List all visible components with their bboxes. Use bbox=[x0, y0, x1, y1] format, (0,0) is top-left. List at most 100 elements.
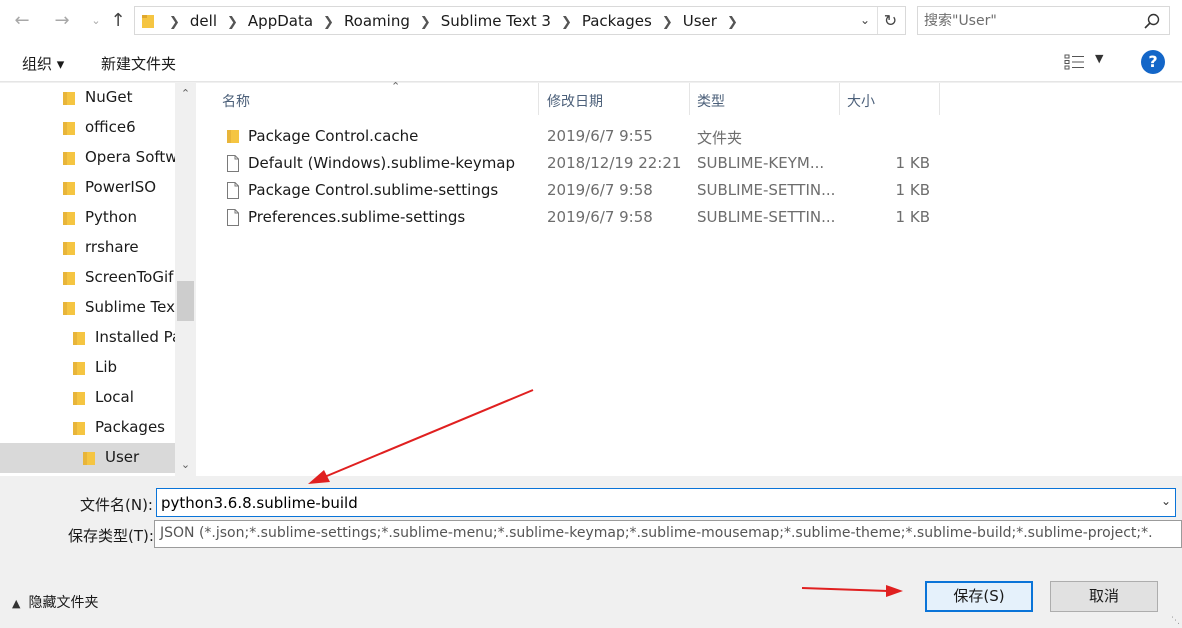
folder-icon bbox=[63, 242, 75, 255]
address-bar[interactable]: ❯ dell ❯ AppData ❯ Roaming ❯ Sublime Text 3 ❯ Pac… bbox=[134, 6, 906, 35]
tree-item[interactable]: PowerISO bbox=[0, 173, 175, 203]
view-options-icon[interactable] bbox=[1064, 54, 1086, 70]
resize-grip-icon[interactable]: ⋱ bbox=[1171, 616, 1180, 626]
file-type: 文件夹 bbox=[697, 129, 743, 147]
tree-item-label: Local bbox=[95, 388, 134, 406]
chevron-right-icon[interactable]: ❯ bbox=[169, 15, 180, 30]
chevron-right-icon[interactable]: ❯ bbox=[323, 15, 334, 30]
file-row[interactable]: Default (Windows).sublime-keymap 2018/12/… bbox=[221, 150, 941, 177]
search-box[interactable] bbox=[917, 6, 1170, 35]
column-header-size[interactable]: 大小 bbox=[840, 83, 940, 115]
file-name: Preferences.sublime-settings bbox=[248, 208, 466, 226]
file-icon bbox=[227, 209, 239, 226]
recent-locations-icon[interactable]: ⌄ bbox=[84, 8, 108, 34]
folder-icon bbox=[63, 92, 75, 105]
filename-label: 文件名(N): bbox=[80, 496, 153, 514]
new-folder-button[interactable]: 新建文件夹 bbox=[101, 53, 176, 74]
organize-button[interactable]: 组织 ▾ bbox=[22, 53, 64, 74]
file-row[interactable]: Package Control.cache 2019/6/7 9:55 文件夹 bbox=[221, 123, 941, 150]
scrollbar-thumb[interactable] bbox=[177, 281, 194, 321]
file-size: 1 KB bbox=[895, 181, 930, 199]
tree-scrollbar[interactable]: ⌃ ⌄ bbox=[175, 83, 196, 476]
column-header-date[interactable]: 修改日期 bbox=[540, 83, 690, 115]
tree-item-label: Installed Pa bbox=[95, 328, 175, 346]
column-header-name[interactable]: 名称 ⌃ bbox=[215, 80, 539, 115]
tree-item-label: User bbox=[105, 448, 140, 466]
tree-item-label: ScreenToGif bbox=[85, 268, 174, 286]
tree-item[interactable]: User bbox=[0, 443, 175, 473]
breadcrumb-item[interactable]: Roaming bbox=[344, 12, 410, 30]
tree-item-label: PowerISO bbox=[85, 178, 157, 196]
back-icon[interactable]: ← bbox=[10, 8, 34, 34]
file-size: 1 KB bbox=[895, 154, 930, 172]
forward-icon[interactable]: → bbox=[50, 8, 74, 34]
folder-icon bbox=[73, 332, 85, 345]
file-date: 2019/6/7 9:58 bbox=[547, 208, 653, 226]
file-name: Package Control.sublime-settings bbox=[248, 181, 499, 199]
filetype-select[interactable]: JSON (*.json;*.sublime-settings;*.sublim… bbox=[154, 520, 1182, 548]
file-row[interactable]: Preferences.sublime-settings 2019/6/7 9:5… bbox=[221, 204, 941, 231]
save-button[interactable]: 保存(S) bbox=[925, 581, 1033, 612]
breadcrumb-item[interactable]: User bbox=[683, 12, 717, 30]
chevron-up-icon: ▲ bbox=[12, 597, 21, 610]
search-input[interactable] bbox=[924, 11, 1134, 31]
filename-combobox[interactable]: ⌄ bbox=[156, 488, 1176, 517]
column-header-type[interactable]: 类型 bbox=[690, 83, 840, 115]
tree-item-label: Sublime Tex bbox=[85, 298, 175, 316]
save-dialog: ← → ⌄ ↑ ❯ dell ❯ AppData ❯ Roaming ❯ Sublime Te… bbox=[0, 0, 1182, 628]
chevron-down-icon[interactable]: ⌄ bbox=[1161, 494, 1171, 508]
view-dropdown-icon[interactable]: ▼ bbox=[1095, 52, 1103, 65]
tree-item[interactable]: Sublime Tex bbox=[0, 293, 175, 323]
chevron-right-icon[interactable]: ❯ bbox=[727, 15, 738, 30]
navigation-pane: NuGet office6 Opera Softw PowerISO Python rrs… bbox=[0, 83, 196, 476]
scroll-up-icon[interactable]: ⌃ bbox=[175, 85, 196, 103]
navigation-bar: ← → ⌄ ↑ ❯ dell ❯ AppData ❯ Roaming ❯ Sublime Te… bbox=[0, 0, 1182, 42]
tree-item[interactable]: Local bbox=[0, 383, 175, 413]
folder-icon bbox=[73, 362, 85, 375]
cancel-button[interactable]: 取消 bbox=[1050, 581, 1158, 612]
tree-item-label: Python bbox=[85, 208, 137, 226]
file-size: 1 KB bbox=[895, 208, 930, 226]
tree-item-label: Lib bbox=[95, 358, 118, 376]
chevron-right-icon[interactable]: ❯ bbox=[227, 15, 238, 30]
address-dropdown-icon[interactable]: ⌄ bbox=[855, 7, 875, 34]
file-date: 2019/6/7 9:55 bbox=[547, 127, 653, 145]
refresh-icon[interactable]: ↻ bbox=[877, 7, 903, 34]
folder-icon bbox=[83, 452, 95, 465]
file-type: SUBLIME-KEYM... bbox=[697, 154, 825, 172]
tree-item[interactable]: Opera Softw bbox=[0, 143, 175, 173]
hide-folders-toggle[interactable]: ▲ 隐藏文件夹 bbox=[12, 592, 98, 612]
scroll-down-icon[interactable]: ⌄ bbox=[175, 456, 196, 474]
filename-input[interactable] bbox=[161, 492, 1141, 513]
tree-item[interactable]: Python bbox=[0, 203, 175, 233]
breadcrumb-item[interactable]: Packages bbox=[582, 12, 652, 30]
chevron-right-icon[interactable]: ❯ bbox=[662, 15, 673, 30]
tree-item[interactable]: ScreenToGif bbox=[0, 263, 175, 293]
tree-item[interactable]: Lib bbox=[0, 353, 175, 383]
tree-item-label: rrshare bbox=[85, 238, 139, 256]
file-row[interactable]: Package Control.sublime-settings 2019/6/7… bbox=[221, 177, 941, 204]
up-folder-icon[interactable]: ↑ bbox=[106, 8, 130, 34]
tree-item[interactable]: Packages bbox=[0, 413, 175, 443]
chevron-right-icon[interactable]: ❯ bbox=[420, 15, 431, 30]
sort-ascending-icon: ⌃ bbox=[391, 80, 401, 93]
folder-icon bbox=[227, 130, 239, 143]
tree-item[interactable]: rrshare bbox=[0, 233, 175, 263]
folder-icon bbox=[73, 392, 85, 405]
breadcrumb-item[interactable]: Sublime Text 3 bbox=[441, 12, 551, 30]
tree-item[interactable]: Installed Pa bbox=[0, 323, 175, 353]
search-icon[interactable] bbox=[1143, 12, 1161, 30]
tree-item[interactable]: office6 bbox=[0, 113, 175, 143]
folder-icon bbox=[63, 122, 75, 135]
file-date: 2018/12/19 22:21 bbox=[547, 154, 682, 172]
tree-item-label: office6 bbox=[85, 118, 136, 136]
breadcrumb-item[interactable]: AppData bbox=[248, 12, 313, 30]
file-icon bbox=[227, 155, 239, 172]
breadcrumb: ❯ dell ❯ AppData ❯ Roaming ❯ Sublime Text 3 ❯ Pac… bbox=[141, 7, 748, 34]
folder-icon bbox=[142, 14, 154, 28]
help-icon[interactable]: ? bbox=[1141, 50, 1165, 74]
tree-item[interactable]: NuGet bbox=[0, 83, 175, 113]
breadcrumb-item[interactable]: dell bbox=[190, 12, 217, 30]
tree-item-label: Packages bbox=[95, 418, 165, 436]
chevron-right-icon[interactable]: ❯ bbox=[561, 15, 572, 30]
